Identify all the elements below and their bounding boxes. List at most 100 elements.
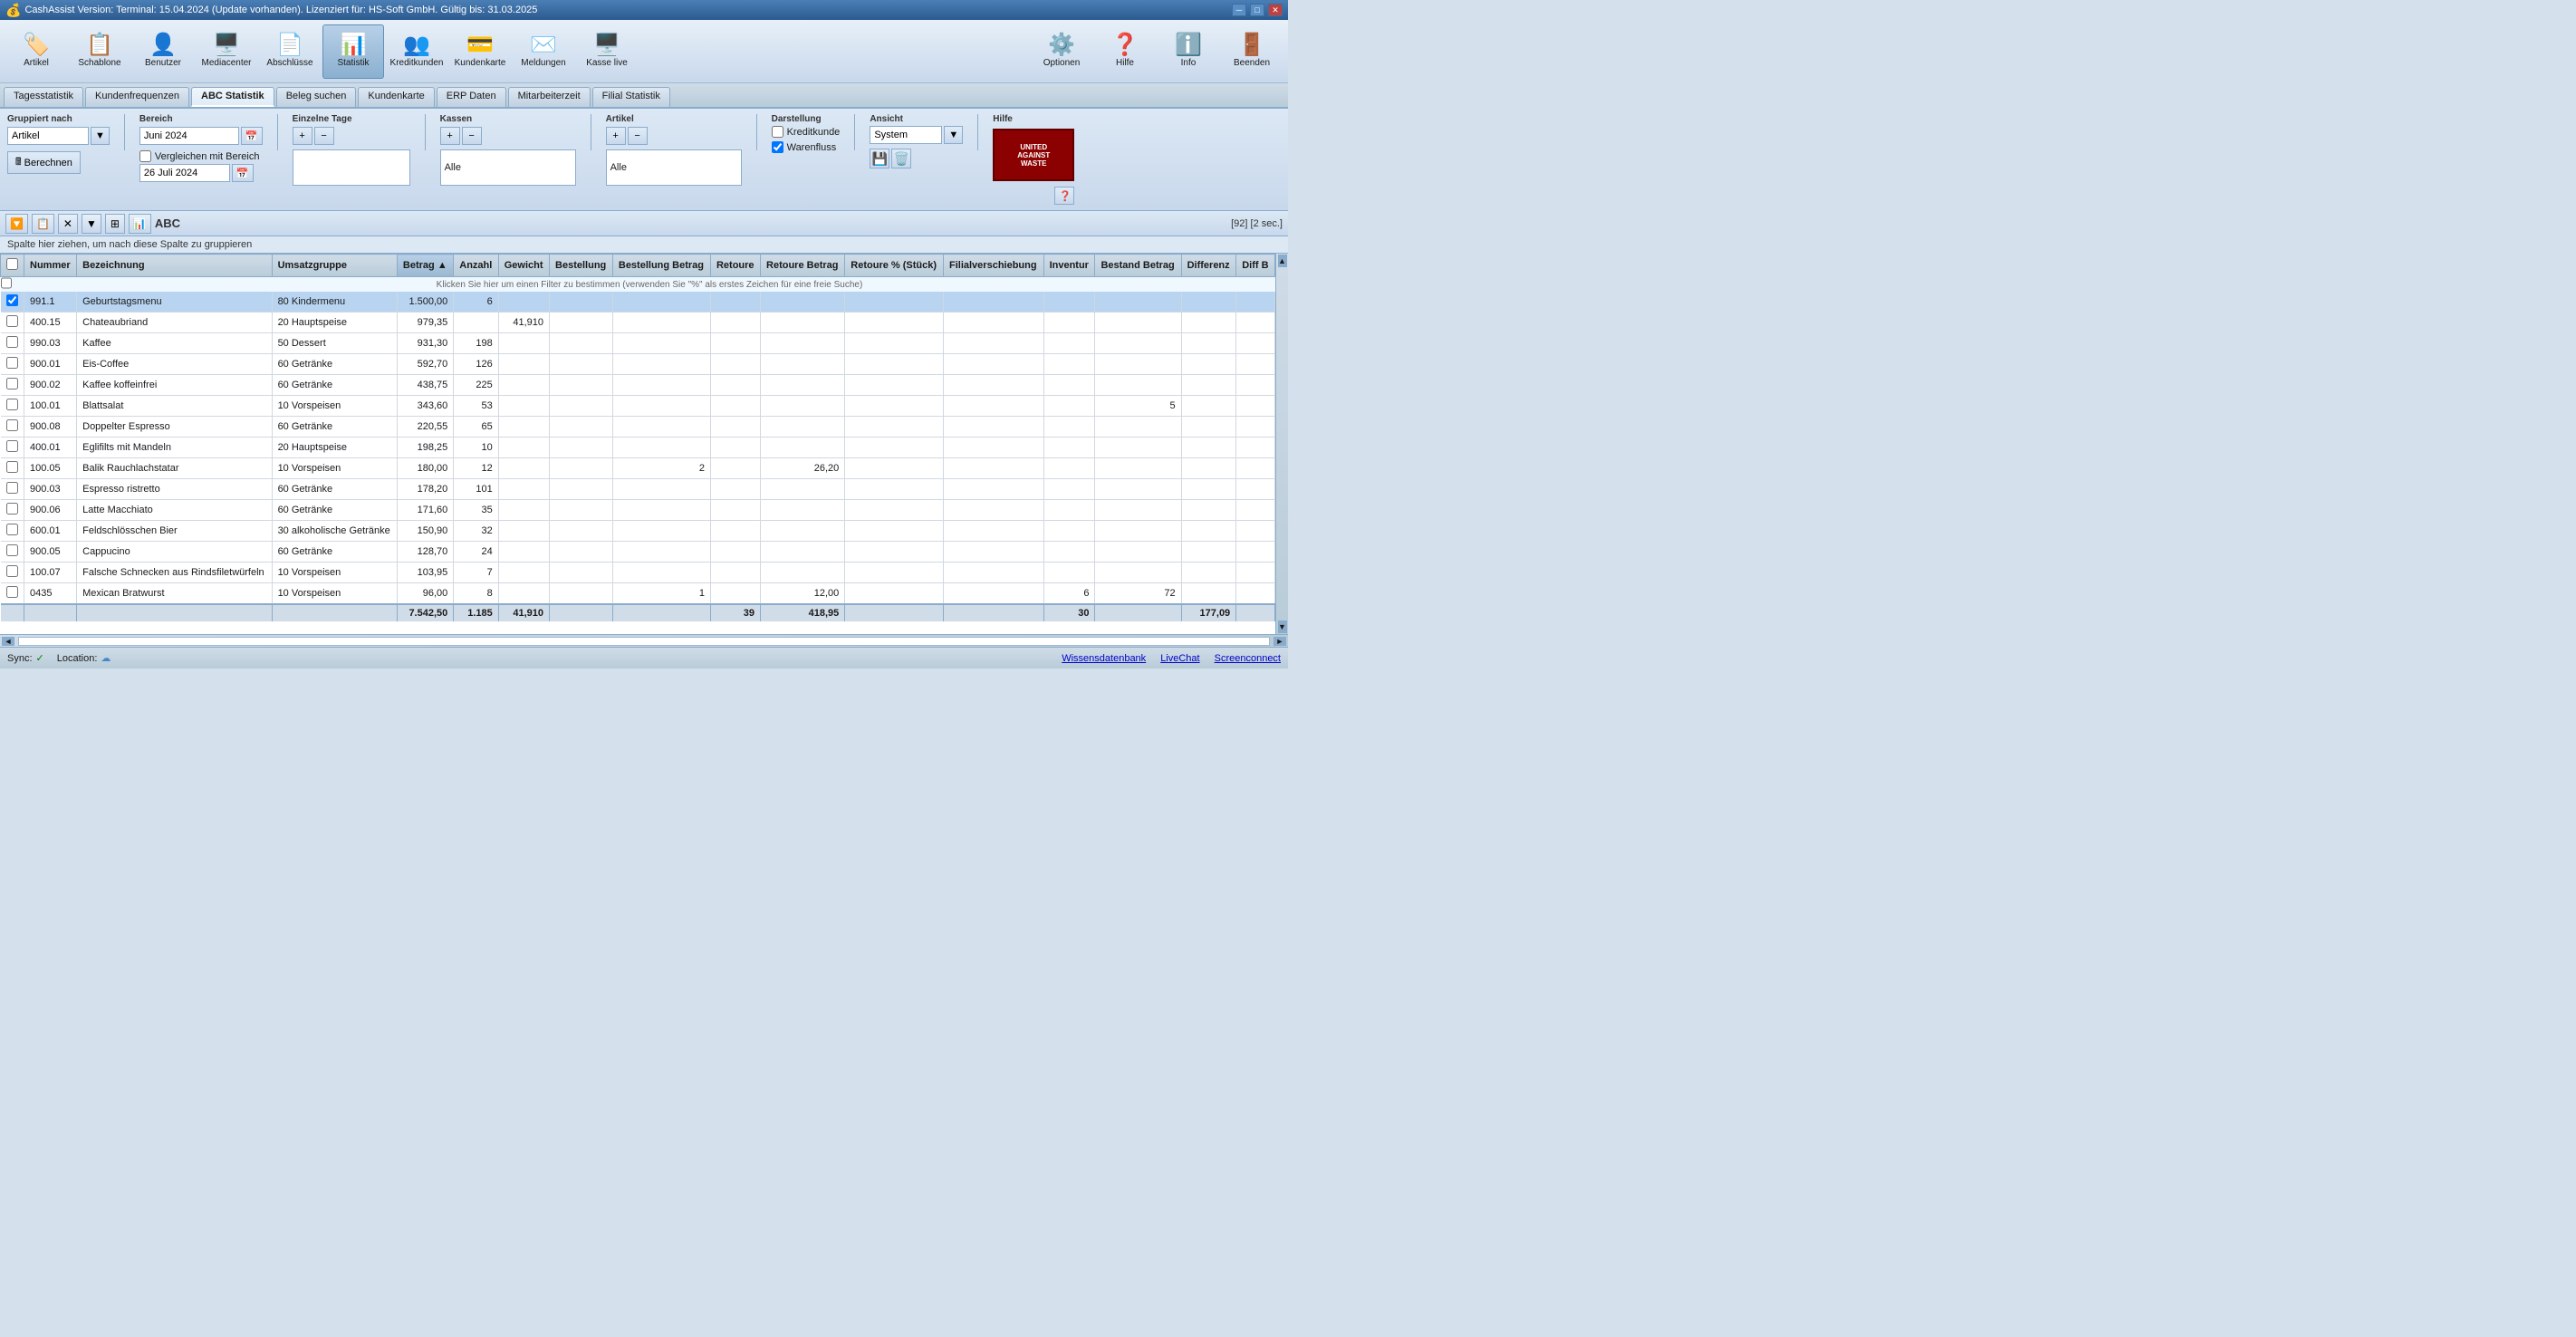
col-bezeichnung[interactable]: Bezeichnung [77,255,272,277]
col-bestellung-betrag[interactable]: Bestellung Betrag [612,255,710,277]
col-retoure-betrag[interactable]: Retoure Betrag [761,255,845,277]
row-checkbox[interactable] [6,565,18,577]
vergleich-date-input[interactable] [139,164,230,182]
row-checkbox[interactable] [6,482,18,494]
table-row[interactable]: 900.01Eis-Coffee60 Getränke592,70126 [1,354,1275,375]
toolbar-meldungen[interactable]: ✉️ Meldungen [513,24,574,79]
table-row[interactable]: 900.02Kaffee koffeinfrei60 Getränke438,7… [1,375,1275,396]
chart-btn[interactable]: 📊 [129,214,151,234]
row-checkbox[interactable] [6,315,18,327]
wissensdatenbank-link[interactable]: Wissensdatenbank [1062,653,1146,664]
tab-kundenfrequenzen[interactable]: Kundenfrequenzen [85,87,189,107]
einzelne-tage-area[interactable] [293,149,410,186]
row-checkbox[interactable] [6,336,18,348]
kassen-remove-btn[interactable]: − [462,127,482,145]
col-differenz[interactable]: Differenz [1181,255,1236,277]
col-retoure-stueck[interactable]: Retoure % (Stück) [845,255,944,277]
scroll-right-btn[interactable]: ► [1274,637,1286,646]
row-checkbox[interactable] [6,503,18,515]
table-row[interactable]: 100.07Falsche Schnecken aus Rindsfiletwü… [1,563,1275,583]
row-checkbox[interactable] [6,419,18,431]
ansicht-delete-btn[interactable]: 🗑️ [891,149,911,168]
maximize-button[interactable]: □ [1250,4,1264,16]
table-row[interactable]: 900.03Espresso ristretto60 Getränke178,2… [1,479,1275,500]
filter-checkbox[interactable] [1,277,12,289]
row-checkbox[interactable] [6,440,18,452]
row-checkbox[interactable] [6,378,18,390]
tab-filial-statistik[interactable]: Filial Statistik [592,87,670,107]
table-row[interactable]: 100.05Balik Rauchlachstatar10 Vorspeisen… [1,458,1275,479]
col-bestand-betrag[interactable]: Bestand Betrag [1095,255,1181,277]
tab-tagesstatistik[interactable]: Tagesstatistik [4,87,83,107]
table-row[interactable]: 900.08Doppelter Espresso60 Getränke220,5… [1,417,1275,438]
ansicht-dropdown-btn[interactable]: ▼ [944,126,963,144]
screenconnect-link[interactable]: Screenconnect [1215,653,1281,664]
livechat-link[interactable]: LiveChat [1160,653,1199,664]
col-filialverschiebung[interactable]: Filialverschie­bung [944,255,1044,277]
toolbar-optionen[interactable]: ⚙️ Optionen [1031,24,1092,79]
minimize-button[interactable]: ─ [1232,4,1246,16]
tab-erp-daten[interactable]: ERP Daten [437,87,506,107]
vergleichen-checkbox[interactable] [139,150,151,162]
col-bestellung[interactable]: Bestellung [550,255,613,277]
table-row[interactable]: 900.06Latte Macchiato60 Getränke171,6035 [1,500,1275,521]
scroll-down-btn[interactable]: ▼ [1278,620,1287,633]
grid-btn[interactable]: ⊞ [105,214,125,234]
gruppiert-nach-dropdown-btn[interactable]: ▼ [91,127,110,145]
vertical-scrollbar[interactable]: ▲ ▼ [1275,254,1288,634]
toolbar-mediacenter[interactable]: 🖥️ Mediacenter [196,24,257,79]
tab-abc-statistik[interactable]: ABC Statistik [191,87,274,107]
toolbar-statistik[interactable]: 📊 Statistik [322,24,384,79]
toolbar-kundenkarte[interactable]: 💳 Kundenkarte [449,24,511,79]
row-checkbox[interactable] [6,357,18,369]
artikel-add-btn[interactable]: + [606,127,626,145]
scroll-left-btn[interactable]: ◄ [2,637,14,646]
close-button[interactable]: ✕ [1268,4,1283,16]
kassen-add-btn[interactable]: + [440,127,460,145]
bereich-calendar-btn[interactable]: 📅 [241,127,263,145]
table-row[interactable]: 0435Mexican Bratwurst10 Vorspeisen96,008… [1,583,1275,605]
table-row[interactable]: 400.01Eglifilts mit Mandeln20 Hauptspeis… [1,438,1275,458]
col-diff-b[interactable]: Diff B [1236,255,1275,277]
select-all-checkbox[interactable] [6,258,18,270]
col-betrag[interactable]: Betrag ▲ [397,255,453,277]
col-nummer[interactable]: Nummer [24,255,77,277]
row-checkbox[interactable] [6,461,18,473]
row-checkbox[interactable] [6,586,18,598]
toolbar-benutzer[interactable]: 👤 Benutzer [132,24,194,79]
table-row[interactable]: 400.15Chateaubriand20 Hauptspeise979,354… [1,313,1275,333]
horizontal-scrollbar[interactable]: ◄ ► [0,634,1288,647]
ansicht-save-btn[interactable]: 💾 [870,149,889,168]
bereich-input[interactable] [139,127,239,145]
warenfluss-checkbox[interactable] [772,141,783,153]
einzelne-tage-remove-btn[interactable]: − [314,127,334,145]
toolbar-artikel[interactable]: 🏷️ Artikel [5,24,67,79]
col-anzahl[interactable]: Anzahl [454,255,498,277]
col-gewicht[interactable]: Gewicht [498,255,549,277]
toolbar-hilfe[interactable]: ❓ Hilfe [1094,24,1156,79]
copy-btn[interactable]: 📋 [32,214,54,234]
toolbar-kasse-live[interactable]: 🖥️ Kasse live [576,24,638,79]
filter-btn[interactable]: 🔽 [5,214,28,234]
toolbar-beenden[interactable]: 🚪 Beenden [1221,24,1283,79]
row-checkbox[interactable] [6,524,18,535]
scroll-up-btn[interactable]: ▲ [1278,255,1287,267]
table-row[interactable]: 100.01Blattsalat10 Vorspeisen343,60535 [1,396,1275,417]
gruppiert-nach-input[interactable] [7,127,89,145]
kassen-value-area[interactable]: Alle [440,149,576,186]
table-row[interactable]: 900.05Cappucino60 Getränke128,7024 [1,542,1275,563]
col-umsatzgruppe[interactable]: Umsatzgruppe [272,255,397,277]
einzelne-tage-add-btn[interactable]: + [293,127,312,145]
table-row[interactable]: 991.1Geburtstagsmenu80 Kindermenu1.500,0… [1,292,1275,313]
row-checkbox[interactable] [6,294,18,306]
scroll-thumb[interactable] [18,637,1270,646]
row-checkbox[interactable] [6,544,18,556]
artikel-remove-btn[interactable]: − [628,127,648,145]
toolbar-abschluesse[interactable]: 📄 Abschlüsse [259,24,321,79]
vergleich-calendar-btn[interactable]: 📅 [232,164,254,182]
filter-hint-cell[interactable]: Klicken Sie hier um einen Filter zu best… [24,277,1275,293]
clear-btn[interactable]: ✕ [58,214,78,234]
table-row[interactable]: 600.01Feldschlösschen Bier30 alkoholisch… [1,521,1275,542]
col-inventur[interactable]: Inventur [1043,255,1095,277]
artikel-value-area[interactable]: Alle [606,149,742,186]
